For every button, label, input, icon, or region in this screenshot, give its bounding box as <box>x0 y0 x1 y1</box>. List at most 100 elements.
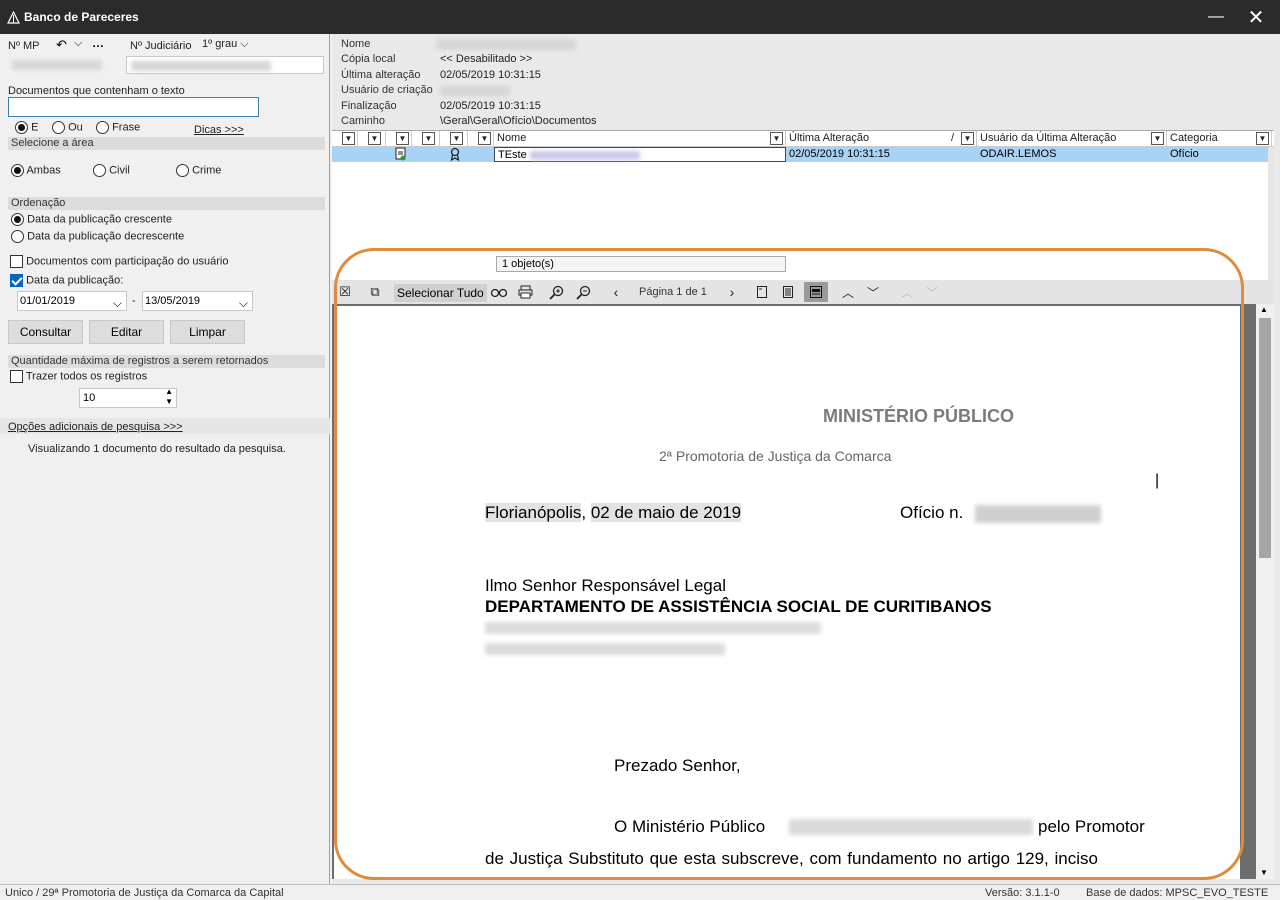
usuario-value <box>440 86 510 96</box>
minimize-button[interactable]: — <box>1196 0 1236 34</box>
oficio-number-redacted <box>975 505 1101 523</box>
status-database: Base de dados: MPSC_EVO_TESTE <box>1086 887 1269 899</box>
more-icon[interactable]: … <box>92 36 104 50</box>
previous-page-icon[interactable]: ‹ <box>607 284 625 300</box>
chevron-down-icon[interactable]: ⌵ <box>74 37 82 50</box>
viewer-scrollbar[interactable]: ▲ ▼ <box>1256 304 1274 879</box>
scroll-up-icon[interactable]: ︿ <box>839 284 857 300</box>
spinner-arrows-icon[interactable]: ▲ ▼ <box>165 387 173 407</box>
nome-label: Nome <box>341 38 371 50</box>
date-to-picker[interactable]: 13/05/2019 ⌵ <box>142 291 253 311</box>
search-panel: Nº MP ↶ ⌵ … Nº Judiciário 1º grau ⌵ Docu… <box>0 34 330 884</box>
row-categoria-cell: Ofício <box>1170 148 1199 160</box>
usuario-label: Usuário de criação <box>341 84 433 96</box>
document-status-icon <box>392 147 407 162</box>
viewer-toolbar: ☒ ⧉ Selecionar Tudo ‹ Página 1 de 1 › ︿ … <box>332 280 1274 304</box>
filter-dropdown-icon: ▼ <box>450 132 463 145</box>
col-nome[interactable]: Nome ▼ <box>494 131 786 147</box>
judicial-label: Nº Judiciário <box>130 40 192 52</box>
copy-icon[interactable]: ⧉ <box>366 284 384 300</box>
document-viewer[interactable]: MINISTÉRIO PÚBLICO 2ª Promotoria de Just… <box>332 304 1274 879</box>
nmp-input[interactable] <box>8 56 116 74</box>
undo-icon[interactable]: ↶ <box>56 37 67 53</box>
order-radio-desc[interactable]: Data da publicação decrescente <box>11 230 184 243</box>
sort-icon: / <box>950 132 954 144</box>
extra-options-link[interactable]: Opções adicionais de pesquisa >>> <box>8 421 183 433</box>
search-button[interactable]: Consultar <box>8 320 83 344</box>
doc-para1-start: O Ministério Público <box>614 817 766 836</box>
filter-dropdown-icon: ▼ <box>396 132 409 145</box>
address-redacted-2 <box>485 643 725 655</box>
judicial-input[interactable] <box>126 56 324 74</box>
area-radio-crime[interactable]: Crime <box>176 164 221 177</box>
max-records-spinner[interactable]: 10 ▲ ▼ <box>79 387 177 408</box>
tips-link[interactable]: Dicas >>> <box>194 124 244 136</box>
order-header: Ordenação <box>8 197 325 210</box>
area-radio-civil[interactable]: Civil <box>93 164 130 177</box>
doc-addressee: Ilmo Senhor Responsável Legal <box>485 576 726 595</box>
close-document-icon[interactable]: ☒ <box>336 284 354 300</box>
zoom-in-icon[interactable] <box>547 284 565 300</box>
doc-para1-end: pelo Promotor <box>1038 817 1145 836</box>
row-nome-cell[interactable]: TEste <box>494 147 786 162</box>
all-records-checkbox[interactable]: Trazer todos os registros <box>10 370 147 383</box>
filter-dropdown-icon: ▼ <box>961 132 974 145</box>
chevron-down-icon: ⌵ <box>238 296 248 310</box>
last-icon[interactable]: ﹀ <box>923 284 941 300</box>
mode-radio-frase[interactable]: Frase <box>96 121 140 134</box>
scroll-up-arrow-icon[interactable]: ▲ <box>1260 305 1268 314</box>
copia-label: Cópia local <box>341 53 396 65</box>
scrollbar-thumb[interactable] <box>1259 318 1271 558</box>
multi-page-icon[interactable] <box>804 282 828 302</box>
chevron-down-icon: ⌵ <box>112 296 122 310</box>
binoculars-icon[interactable] <box>490 284 508 300</box>
order-radio-asc[interactable]: Data da publicação crescente <box>11 213 172 226</box>
scroll-down-icon[interactable]: ﹀ <box>864 284 882 300</box>
mode-radio-ou[interactable]: Ou <box>52 121 83 134</box>
single-page-icon[interactable] <box>753 284 771 300</box>
col-categoria[interactable]: Categoria ▼ <box>1167 131 1272 147</box>
row-ultima-cell: 02/05/2019 10:31:15 <box>789 148 890 160</box>
grau-select[interactable]: 1º grau ⌵ <box>202 38 249 51</box>
objects-count: 1 objeto(s) <box>496 256 786 272</box>
participation-checkbox[interactable]: Documentos com participação do usuário <box>10 255 228 268</box>
address-redacted-1 <box>485 622 821 634</box>
nome-value <box>436 40 576 50</box>
next-page-icon[interactable]: › <box>723 284 741 300</box>
filter-dropdown-icon: ▼ <box>1151 132 1164 145</box>
max-records-header: Quantidade máxima de registros a serem r… <box>8 355 325 368</box>
col-ultima[interactable]: Última Alteração / ▼ <box>786 131 977 147</box>
area-radio-ambas[interactable]: Ambas <box>11 164 61 177</box>
select-all-button[interactable]: Selecionar Tudo <box>394 284 487 302</box>
area-header: Selecione a área <box>8 137 325 150</box>
date-separator: - <box>132 295 136 307</box>
mode-radio-e[interactable]: E <box>15 121 38 134</box>
close-button[interactable]: ✕ <box>1236 0 1276 34</box>
nmp-label: Nº MP <box>8 40 40 52</box>
date-from-picker[interactable]: 01/01/2019 ⌵ <box>17 291 127 311</box>
col-usuario[interactable]: Usuário da Última Alteração ▼ <box>977 131 1167 147</box>
page-info: Página 1 de 1 <box>639 286 707 298</box>
status-version: Versão: 3.1.1-0 <box>985 887 1060 899</box>
page-width-icon[interactable] <box>779 284 797 300</box>
filter-dropdown-icon: ▼ <box>368 132 381 145</box>
doc-heading: MINISTÉRIO PÚBLICO <box>823 406 1015 426</box>
edit-button[interactable]: Editar <box>89 320 164 344</box>
window-title: Banco de Pareceres <box>24 10 139 24</box>
table-row[interactable]: TEste 02/05/2019 10:31:15 ODAIR.LEMOS Of… <box>332 147 1272 162</box>
ultima-label: Última alteração <box>341 69 421 81</box>
final-value: 02/05/2019 10:31:15 <box>440 100 541 112</box>
clear-button[interactable]: Limpar <box>170 320 245 344</box>
documents-grid: ▼ ▼ ▼ ▼ ▼ ▼ Nome ▼ Última Alteração / ▼ Usu… <box>332 130 1274 287</box>
details-panel: Nome Cópia local << Desabilitado >> Últi… <box>332 34 1280 884</box>
scroll-down-arrow-icon[interactable]: ▼ <box>1260 868 1268 877</box>
text-search-input[interactable] <box>8 97 259 117</box>
text-search-label: Documentos que contenham o texto <box>8 85 185 97</box>
zoom-out-icon[interactable] <box>574 284 592 300</box>
pubdate-checkbox[interactable]: Data da publicação: <box>10 274 123 287</box>
filter-dropdown-icon: ▼ <box>1256 132 1269 145</box>
print-icon[interactable] <box>516 284 534 300</box>
doc-greeting: Prezado Senhor, <box>614 756 741 775</box>
doc-para1-line2: de Justiça Substituto que esta subscreve… <box>485 849 1098 868</box>
first-icon[interactable]: ︿ <box>898 284 916 300</box>
